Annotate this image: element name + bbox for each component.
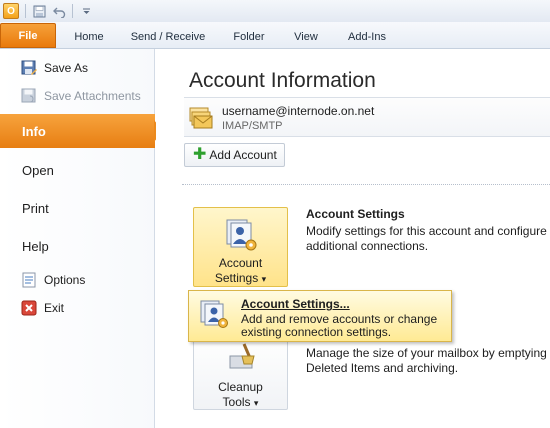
save-as-icon bbox=[21, 60, 37, 76]
nav-label: Save As bbox=[44, 61, 89, 75]
nav-print[interactable]: Print bbox=[0, 191, 155, 225]
account-name: username@internode.on.net bbox=[222, 104, 375, 118]
outlook-app-icon[interactable]: O bbox=[3, 3, 19, 19]
nav-save-as[interactable]: Save As bbox=[0, 55, 155, 81]
undo-icon[interactable] bbox=[52, 4, 66, 18]
cleanup-tools-icon bbox=[224, 342, 258, 376]
ribbon-tabs: File Home Send / Receive Folder View Add… bbox=[0, 22, 550, 49]
quick-access-toolbar: O bbox=[0, 0, 550, 22]
tab-file[interactable]: File bbox=[0, 23, 56, 48]
cleanup-description: Manage the size of your mailbox by empty… bbox=[306, 346, 547, 375]
account-settings-line1: Account bbox=[218, 256, 263, 270]
backstage-nav: Save As Save Attachments Info Open Print… bbox=[0, 49, 163, 428]
tab-add-ins[interactable]: Add-Ins bbox=[336, 25, 398, 49]
nav-help[interactable]: Help bbox=[0, 229, 155, 263]
nav-label: Help bbox=[22, 238, 49, 254]
account-settings-heading: Account Settings bbox=[306, 207, 405, 221]
options-icon bbox=[21, 272, 37, 288]
save-icon[interactable] bbox=[32, 4, 46, 18]
qat-separator bbox=[25, 4, 26, 18]
nav-label: Options bbox=[44, 273, 86, 287]
account-info-panel: Account Information username@internode.o… bbox=[156, 49, 550, 428]
tab-home[interactable]: Home bbox=[66, 25, 112, 49]
add-account-button[interactable]: ✚ Add Account bbox=[184, 143, 285, 167]
nav-label: Exit bbox=[44, 301, 65, 315]
plus-icon: ✚ bbox=[193, 146, 207, 163]
account-settings-menu: Account Settings... Add and remove accou… bbox=[188, 290, 452, 342]
section-divider bbox=[182, 184, 550, 185]
nav-label: Print bbox=[22, 200, 49, 216]
nav-label: Open bbox=[22, 162, 54, 178]
exit-icon bbox=[21, 300, 37, 316]
dropdown-arrow-icon: ▾ bbox=[253, 398, 259, 408]
nav-info[interactable]: Info bbox=[0, 114, 163, 148]
account-settings-button[interactable]: Account Settings ▾ bbox=[193, 207, 288, 287]
save-attachments-icon bbox=[21, 88, 37, 104]
mail-account-icon bbox=[188, 104, 214, 130]
account-settings-description: Modify settings for this account and con… bbox=[306, 224, 547, 253]
account-settings-icon bbox=[224, 218, 258, 252]
account-settings-icon bbox=[199, 299, 229, 329]
add-account-label: Add Account bbox=[209, 148, 277, 162]
tab-view[interactable]: View bbox=[284, 25, 328, 49]
tab-send-receive[interactable]: Send / Receive bbox=[122, 25, 214, 49]
nav-label: Info bbox=[22, 123, 46, 139]
qat-separator bbox=[72, 4, 73, 18]
nav-save-attachments[interactable]: Save Attachments bbox=[0, 83, 155, 109]
account-type: IMAP/SMTP bbox=[222, 120, 283, 132]
dropdown-arrow-icon: ▾ bbox=[261, 274, 267, 284]
nav-exit[interactable]: Exit bbox=[0, 295, 155, 321]
menu-item-description: Add and remove accounts or change existi… bbox=[241, 312, 438, 339]
cleanup-tools-line1: Cleanup bbox=[218, 380, 263, 394]
account-selector[interactable]: username@internode.on.net IMAP/SMTP bbox=[184, 97, 550, 137]
cleanup-tools-button[interactable]: Cleanup Tools ▾ bbox=[193, 335, 288, 410]
nav-label: Save Attachments bbox=[44, 89, 141, 103]
cleanup-tools-line2: Tools ▾ bbox=[222, 395, 259, 409]
nav-options[interactable]: Options bbox=[0, 267, 155, 293]
menu-item-account-settings[interactable]: Account Settings... bbox=[241, 297, 350, 311]
customize-qat-icon[interactable] bbox=[79, 4, 93, 18]
page-title: Account Information bbox=[189, 69, 376, 92]
nav-open[interactable]: Open bbox=[0, 153, 155, 187]
tab-folder[interactable]: Folder bbox=[222, 25, 276, 49]
account-settings-line2: Settings ▾ bbox=[214, 271, 267, 285]
